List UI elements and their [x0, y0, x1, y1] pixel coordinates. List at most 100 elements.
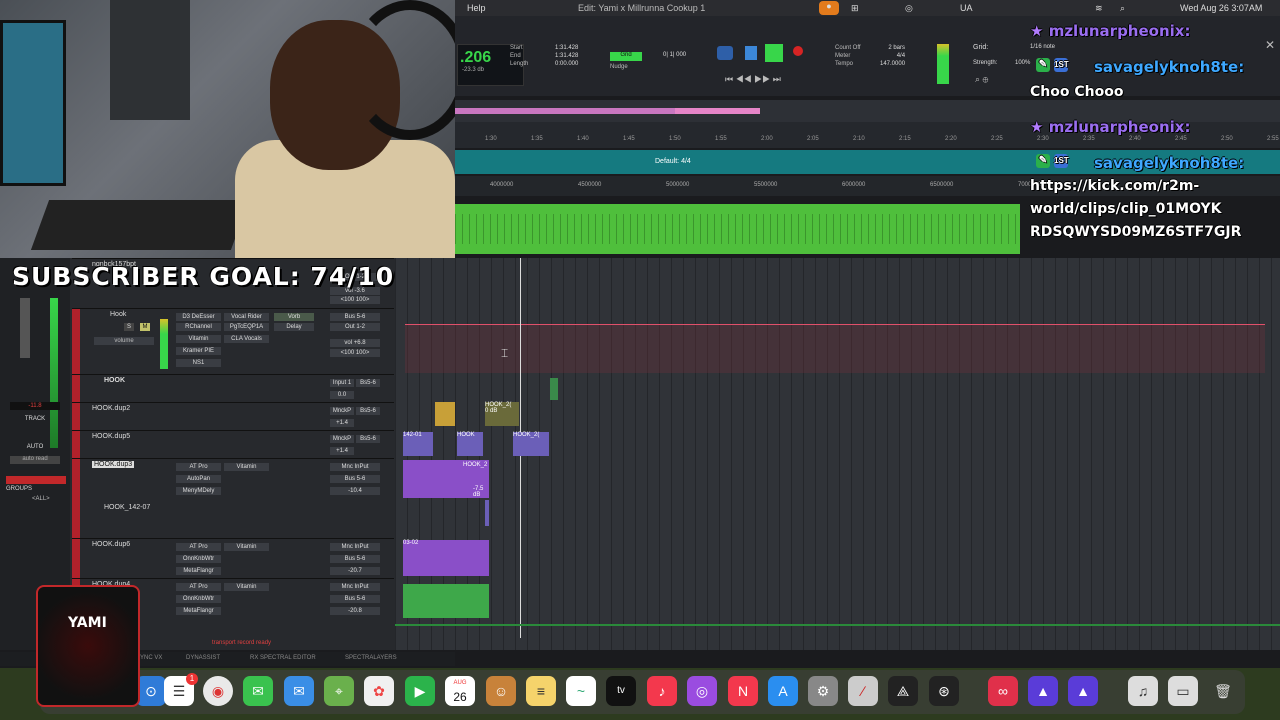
grid-mode-button[interactable]: Grid — [610, 52, 642, 61]
apple-tv-icon[interactable]: tv — [606, 676, 636, 706]
input-selector[interactable]: Input 1 — [330, 379, 354, 387]
track-hook-dup5[interactable]: HOOK.dup5 MnckP Bs5-6 +1.4 — [72, 430, 394, 459]
audio-clip[interactable]: HOOK_2 -7.5 dB — [403, 460, 489, 498]
photos-icon[interactable]: ✿ — [364, 676, 394, 706]
volume-readout[interactable]: vol +6.8 — [330, 339, 380, 347]
chrome-icon[interactable]: ◉ — [203, 676, 233, 706]
tab-spectralayers[interactable]: SPECTRALAYERS — [345, 655, 397, 661]
volume-readout[interactable]: -10.4 — [330, 487, 380, 495]
trash-icon[interactable]: 🗑 — [1208, 676, 1238, 706]
audio-clip[interactable] — [435, 402, 455, 426]
master-audio-clip[interactable] — [455, 204, 1020, 254]
track-hook-dup3[interactable]: HOOK.dup3 AT Pro AutoPan MenyMDely Vitam… — [72, 458, 394, 539]
contacts-icon[interactable]: ☺ — [486, 676, 516, 706]
music-icon[interactable]: ♪ — [647, 676, 677, 706]
pan-readout[interactable]: <100 100> — [330, 349, 380, 357]
plugin-app-icon-2[interactable]: ▲ — [1068, 676, 1098, 706]
insert-slot[interactable]: AT Pro — [176, 543, 221, 551]
record-button[interactable] — [793, 46, 803, 56]
track-hook[interactable]: Hook D3 DeEsser RChannel Vitamin Kramer … — [72, 308, 394, 375]
audio-clip[interactable]: HOOK_2( 0 dB — [485, 402, 519, 426]
creative-cloud-icon[interactable]: ∞ — [988, 676, 1018, 706]
insert-slot[interactable]: Vocal Rider — [224, 313, 269, 321]
news-icon[interactable]: N — [728, 676, 758, 706]
send-slot[interactable]: Delay — [274, 323, 314, 331]
mail-icon[interactable]: ✉ — [284, 676, 314, 706]
loop-icon[interactable] — [717, 46, 733, 60]
pro-tools-icon[interactable]: ⊛ — [929, 676, 959, 706]
pan-readout[interactable]: <100 100> — [330, 296, 380, 304]
bus-selector[interactable]: Bs5-6 — [356, 379, 380, 387]
stop-button[interactable] — [745, 46, 757, 60]
window-preview-icon[interactable]: ▭ — [1168, 676, 1198, 706]
insert-slot[interactable]: CLA Vocals — [224, 335, 269, 343]
selection-values[interactable]: 1:31.428 1:31.428 0:00.000 — [555, 44, 578, 68]
audio-clip[interactable] — [485, 500, 489, 526]
audio-app-icon[interactable]: ⟁ — [888, 676, 918, 706]
output-selector[interactable]: Out 1-2 — [330, 323, 380, 331]
search-icon[interactable]: ⌕ — [1120, 3, 1125, 14]
count-off-label[interactable]: Count Off — [835, 44, 861, 52]
datetime[interactable]: Wed Aug 26 3:07AM — [1180, 3, 1262, 13]
mic-icon[interactable]: ● — [819, 1, 839, 15]
grapher-icon[interactable]: ∕ — [848, 676, 878, 706]
zoom-icon[interactable]: ⌕ ⊕ — [975, 74, 988, 85]
strength-value[interactable]: 100% — [1015, 60, 1030, 66]
volume-readout[interactable]: 0.0 — [330, 391, 354, 399]
start-value[interactable]: 1:31.428 — [555, 44, 578, 52]
freeform-icon[interactable]: ~ — [566, 676, 596, 706]
menu-help[interactable]: Help — [467, 3, 486, 13]
calendar-icon[interactable]: AUG 26 — [445, 676, 475, 706]
nudge-value[interactable]: 0| 1| 000 — [663, 52, 686, 58]
insert-slot[interactable]: AutoPan — [176, 475, 221, 483]
bus-selector[interactable]: Bs5-6 — [356, 435, 380, 443]
audio-clip[interactable]: HOOK — [457, 432, 483, 456]
insert-slot[interactable]: OnnKnbWtr — [176, 555, 221, 563]
insert-slot[interactable]: Kramer PIE — [176, 347, 221, 355]
bus-selector[interactable]: Bus 5-6 — [330, 595, 380, 603]
audio-clip[interactable]: HOOK_2( — [513, 432, 549, 456]
insert-slot[interactable]: MenyMDely — [176, 487, 221, 495]
plugin-app-icon[interactable]: ▲ — [1028, 676, 1058, 706]
insert-slot[interactable]: Vitamin — [224, 583, 269, 591]
settings-icon[interactable]: ⚙ — [808, 676, 838, 706]
insert-slot[interactable]: RChannel — [176, 323, 221, 331]
small-clip[interactable] — [550, 378, 558, 400]
insert-slot[interactable]: PgTcEQP1A — [224, 323, 269, 331]
tempo-label[interactable]: Tempo — [835, 60, 861, 68]
edit-window[interactable]: ⌶ HOOK_2( 0 dB 142-01 HOOK HOOK_2( HOOK_… — [395, 258, 1280, 650]
audio-clip[interactable]: 03-02 — [403, 540, 489, 576]
audio-clip[interactable] — [403, 584, 489, 618]
insert-slot[interactable]: AT Pro — [176, 583, 221, 591]
rewind-icon[interactable]: ⏮ ◀◀ ▶▶ ⏭ — [725, 74, 781, 85]
notes-icon[interactable]: ≡ — [526, 676, 556, 706]
mute-button[interactable]: M — [140, 323, 150, 331]
track-hook-main[interactable]: HOOK Input 1 Bs5-6 0.0 — [72, 374, 394, 403]
track-hook-dup2[interactable]: HOOK.dup2 MnckP Bs5-6 +1.4 — [72, 402, 394, 431]
maps-icon[interactable]: ⌖ — [324, 676, 354, 706]
language-indicator[interactable]: UA — [960, 3, 973, 13]
fader[interactable] — [20, 298, 30, 358]
insert-slot[interactable]: D3 DeEsser — [176, 313, 221, 321]
meter-label[interactable]: Meter — [835, 52, 861, 60]
app-store-icon[interactable]: A — [768, 676, 798, 706]
groups-all[interactable]: <ALL> — [32, 496, 50, 502]
wifi-icon[interactable]: ≋ — [1095, 3, 1103, 14]
meter-value[interactable]: 4/4 — [880, 52, 905, 60]
bus-selector[interactable]: Bs5-6 — [356, 407, 380, 415]
input-selector[interactable]: Mnc InPut — [330, 543, 380, 551]
insert-slot[interactable]: OnnKnbWtr — [176, 595, 221, 603]
length-value[interactable]: 0:00.000 — [555, 60, 578, 68]
tab-rx-spectral[interactable]: RX SPECTRAL EDITOR — [250, 655, 316, 661]
volume-readout[interactable]: -20.8 — [330, 607, 380, 615]
input-selector[interactable]: Mnc InPut — [330, 583, 380, 591]
volume-readout[interactable]: +1.4 — [330, 419, 354, 427]
bus-selector[interactable]: Bus 5-6 — [330, 555, 380, 563]
tempo-value[interactable]: 147.0000 — [880, 60, 905, 68]
tab-dynassist[interactable]: DYNASSIST — [186, 655, 220, 661]
insert-slot[interactable]: NS1 — [176, 359, 221, 367]
tempo-values[interactable]: 2 bars 4/4 147.0000 — [880, 44, 905, 68]
play-button[interactable] — [765, 44, 783, 62]
volume-readout[interactable]: +1.4 — [330, 447, 354, 455]
input-selector[interactable]: Mnc InPut — [330, 463, 380, 471]
